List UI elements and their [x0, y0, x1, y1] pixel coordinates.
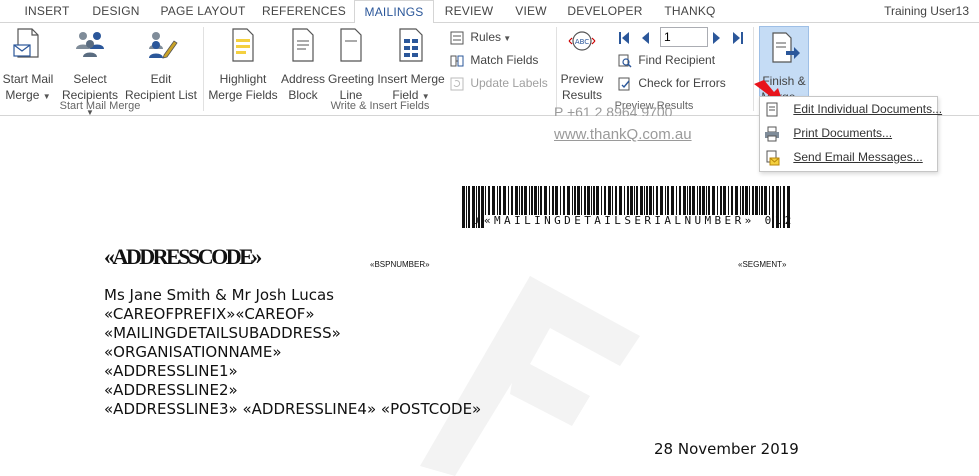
group-separator — [556, 27, 557, 111]
tab-review[interactable]: REVIEW — [440, 0, 498, 22]
tab-thankq[interactable]: THANKQ — [656, 0, 724, 22]
address-block-label1: Address — [280, 72, 326, 86]
document-envelope-icon — [13, 28, 39, 58]
match-fields-button[interactable]: Match Fields — [450, 50, 538, 70]
find-recipient-label: Find Recipient — [638, 53, 716, 67]
letter-date: 28 November 2019 — [654, 440, 799, 458]
last-record-icon[interactable] — [732, 31, 744, 45]
greeting-line-button[interactable]: Greeting Line — [327, 27, 375, 103]
finish-merge-dropdown: Edit Individual Documents... Print Docum… — [759, 96, 942, 172]
edit-people-icon — [149, 32, 178, 59]
highlight-merge-fields-button[interactable]: Highlight Merge Fields — [207, 27, 279, 103]
tab-developer[interactable]: DEVELOPER — [565, 0, 645, 22]
ribbon-tab-bar: INSERT DESIGN PAGE LAYOUT REFERENCES MAI… — [0, 0, 979, 24]
edit-document-icon — [766, 102, 778, 117]
finish-merge-icon — [772, 32, 800, 63]
bsp-number-field: «BSPNUMBER» — [370, 260, 430, 269]
sample-watermark — [420, 276, 640, 476]
print-documents-label: Print Documents... — [793, 126, 893, 140]
letterhead-url[interactable]: www.thankQ.com.au — [554, 126, 692, 143]
barcode-text: «MAILINGDETAILSERIALNUMBER» 012 — [484, 214, 795, 227]
previous-record-icon[interactable] — [640, 31, 650, 45]
group-label-write-insert-fields: Write & Insert Fields — [330, 100, 430, 112]
tab-page-layout[interactable]: PAGE LAYOUT — [155, 0, 251, 22]
preview-results-label1: Preview — [560, 72, 604, 86]
barcode-bar — [466, 186, 467, 228]
edit-recipient-list-label1: Edit — [150, 72, 172, 86]
check-for-errors-label: Check for Errors — [638, 76, 726, 90]
highlight-document-icon — [232, 28, 254, 62]
start-mail-merge-button[interactable]: Start Mail Merge ▼ — [0, 27, 56, 105]
printer-icon — [765, 126, 779, 142]
greeting-line-icon — [340, 28, 362, 62]
rules-icon — [450, 31, 464, 45]
address-line: «CAREOFPREFIX»«CAREOF» — [104, 305, 315, 323]
update-labels-label: Update Labels — [470, 76, 548, 90]
address-block-icon — [292, 28, 314, 62]
address-block-button[interactable]: Address Block — [280, 27, 326, 103]
greeting-line-label1: Greeting — [327, 72, 375, 86]
find-recipient-button[interactable]: Find Recipient — [618, 50, 715, 70]
rules-label: Rules — [470, 30, 502, 44]
email-icon — [766, 150, 780, 166]
match-fields-icon — [450, 55, 464, 67]
group-label-start-mail-merge: Start Mail Merge — [59, 100, 141, 112]
update-labels-icon — [450, 77, 464, 91]
group-separator — [203, 27, 204, 111]
segment-field: «SEGMENT» — [738, 260, 787, 269]
address-code-field: «ADDRESSCODE» — [104, 244, 262, 269]
address-line: «ADDRESSLINE2» — [104, 381, 238, 399]
rules-button[interactable]: Rules ▼ — [450, 27, 511, 47]
merge-field-icon — [399, 28, 423, 62]
send-email-messages-item[interactable]: Send Email Messages... — [764, 146, 923, 168]
select-recipients-label1: Select — [73, 72, 107, 86]
address-line: «MAILINGDETAILSUBADDRESS» — [104, 324, 341, 342]
tab-design[interactable]: DESIGN — [85, 0, 147, 22]
tab-references[interactable]: REFERENCES — [260, 0, 348, 22]
edit-recipient-list-button[interactable]: Edit Recipient List — [124, 27, 198, 103]
preview-results-button[interactable]: ABC Preview Results — [558, 27, 606, 103]
svg-text:ABC: ABC — [575, 38, 589, 46]
barcode-bar — [468, 186, 470, 228]
insert-merge-field-label1: Insert Merge — [377, 72, 445, 86]
tab-view[interactable]: VIEW — [508, 0, 554, 22]
address-line: Ms Jane Smith & Mr Josh Lucas — [104, 286, 334, 304]
address-line: «ORGANISATIONNAME» — [104, 343, 282, 361]
print-documents-item[interactable]: Print Documents... — [764, 122, 892, 144]
tab-mailings[interactable]: MAILINGS — [354, 0, 434, 24]
next-record-icon[interactable] — [712, 31, 722, 45]
barcode-prefix: U — [472, 216, 479, 226]
record-number-input[interactable] — [660, 27, 708, 47]
people-icon — [76, 32, 104, 57]
match-fields-label: Match Fields — [470, 53, 539, 67]
tab-insert[interactable]: INSERT — [18, 0, 76, 22]
user-name[interactable]: Training User13 — [884, 0, 969, 22]
send-email-messages-label: Send Email Messages... — [793, 150, 923, 164]
insert-merge-field-button[interactable]: Insert Merge Field ▼ — [376, 27, 446, 105]
start-mail-merge-label1: Start Mail — [2, 72, 54, 86]
address-line: «ADDRESSLINE3» «ADDRESSLINE4» «POSTCODE» — [104, 400, 482, 418]
address-line: «ADDRESSLINE1» — [104, 362, 238, 380]
check-errors-icon — [618, 77, 630, 91]
chevron-down-icon: ▼ — [501, 34, 512, 43]
preview-abc-icon: ABC — [568, 31, 596, 51]
edit-individual-documents-item[interactable]: Edit Individual Documents... — [764, 98, 942, 120]
edit-individual-documents-label: Edit Individual Documents... — [793, 102, 943, 116]
letterhead-phone: P +61 2 8964 9700 — [554, 104, 673, 116]
check-for-errors-button[interactable]: Check for Errors — [618, 73, 726, 93]
find-icon — [618, 54, 632, 68]
highlight-merge-fields-label1: Highlight — [219, 72, 267, 86]
update-labels-button[interactable]: Update Labels — [450, 73, 548, 93]
first-record-icon[interactable] — [618, 31, 630, 45]
barcode-bar — [462, 186, 465, 228]
